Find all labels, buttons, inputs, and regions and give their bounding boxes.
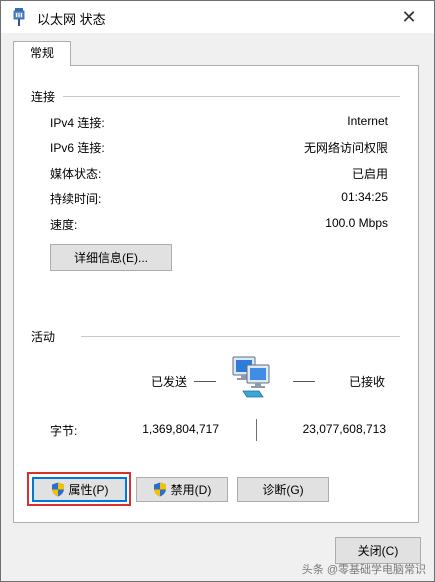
status-dialog: 以太网 状态 ✕ 常规 连接 IPv4 连接: Internet IPv6 连接… (0, 0, 435, 582)
network-computers-icon (232, 356, 270, 398)
disable-button-label: 禁用(D) (170, 483, 212, 497)
ipv4-value: Internet (347, 114, 388, 128)
sent-label: 已发送 (151, 375, 188, 389)
bytes-sent-value: 1,369,804,717 (142, 422, 219, 436)
sent-dash (194, 381, 216, 382)
ipv6-value: 无网络访问权限 (303, 141, 388, 155)
close-button[interactable]: 关闭(C) (335, 537, 421, 564)
close-icon[interactable]: ✕ (394, 5, 424, 29)
activity-divider (81, 336, 400, 337)
uac-shield-icon (153, 482, 166, 497)
received-dash (293, 381, 315, 382)
received-label: 已接收 (349, 375, 386, 389)
media-state-label: 媒体状态: (50, 167, 102, 181)
details-button[interactable]: 详细信息(E)... (50, 244, 172, 271)
duration-label: 持续时间: (50, 192, 102, 206)
tab-general[interactable]: 常规 (13, 41, 71, 66)
window-title: 以太网 状态 (37, 12, 106, 27)
speed-label: 速度: (50, 218, 78, 232)
ipv4-label: IPv4 连接: (50, 116, 105, 130)
ethernet-icon (13, 8, 25, 26)
title-bar: 以太网 状态 ✕ (1, 1, 434, 33)
disable-button[interactable]: 禁用(D) (136, 477, 228, 502)
diagnose-button[interactable]: 诊断(G) (237, 477, 329, 502)
bytes-received-value: 23,077,608,713 (302, 422, 386, 436)
watermark-text: 头条 @零基础学电脑常识 (301, 564, 426, 576)
activity-section-label: 活动 (31, 330, 56, 344)
duration-value: 01:34:25 (341, 190, 388, 204)
properties-button-label: 属性(P) (68, 483, 109, 497)
media-state-value: 已启用 (351, 167, 388, 181)
ipv6-label: IPv6 连接: (50, 141, 105, 155)
speed-value: 100.0 Mbps (325, 216, 388, 230)
connection-section-label: 连接 (31, 90, 56, 104)
bytes-label: 字节: (50, 424, 78, 438)
properties-button[interactable]: 属性(P) (32, 477, 127, 502)
uac-shield-icon (51, 482, 64, 497)
bytes-separator (256, 419, 257, 441)
general-panel (13, 65, 419, 523)
connection-divider (63, 96, 400, 97)
